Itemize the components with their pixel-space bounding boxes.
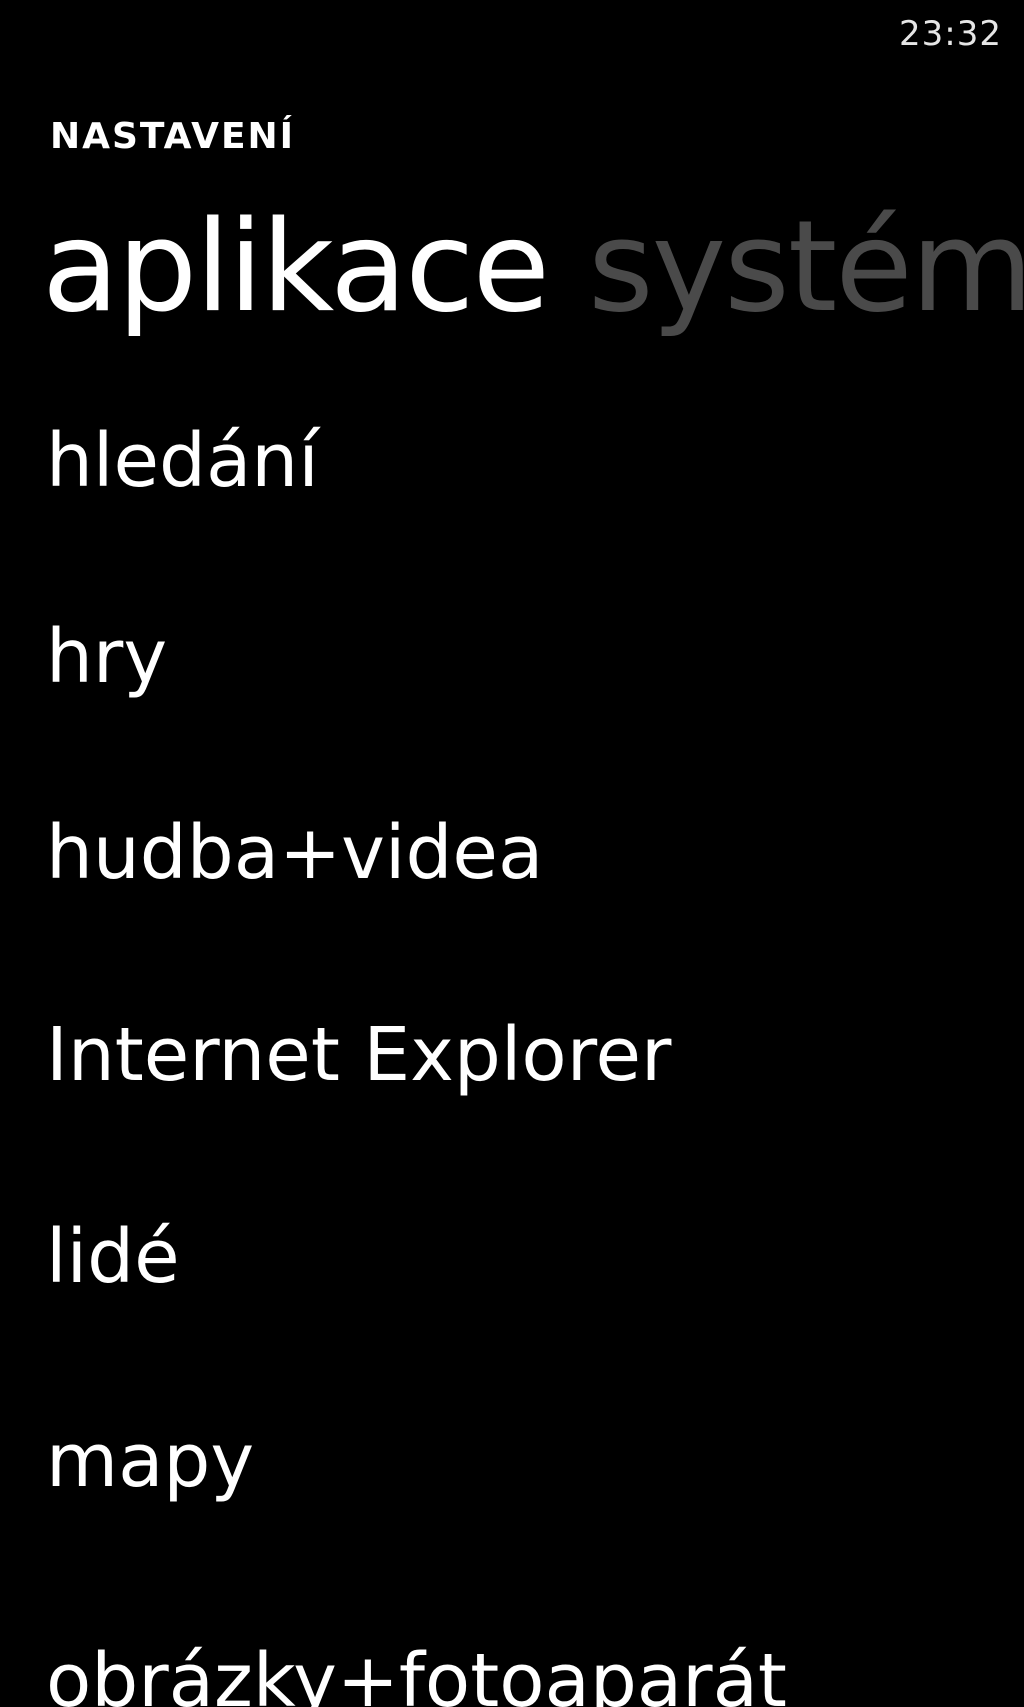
settings-item-mapy[interactable]: mapy — [46, 1424, 254, 1498]
app-title: NASTAVENÍ — [50, 116, 296, 157]
settings-item-internet-explorer[interactable]: Internet Explorer — [46, 1018, 671, 1092]
settings-list: hledání hry hudba+videa Internet Explore… — [46, 424, 1024, 1707]
pivot-tab-aplikace[interactable]: aplikace — [42, 198, 550, 337]
settings-item-obrazky-fotoaparat[interactable]: obrázky+fotoaparát — [46, 1644, 787, 1707]
settings-item-lide[interactable]: lidé — [46, 1220, 180, 1294]
settings-item-hry[interactable]: hry — [46, 620, 167, 694]
settings-item-hledani[interactable]: hledání — [46, 424, 319, 498]
status-bar: 23:32 — [0, 0, 1024, 70]
settings-item-hudba-videa[interactable]: hudba+videa — [46, 816, 543, 890]
status-time: 23:32 — [899, 14, 1002, 54]
pivot-tab-system[interactable]: systém — [588, 198, 1024, 337]
pivot-headers: aplikace systém — [42, 198, 1024, 358]
